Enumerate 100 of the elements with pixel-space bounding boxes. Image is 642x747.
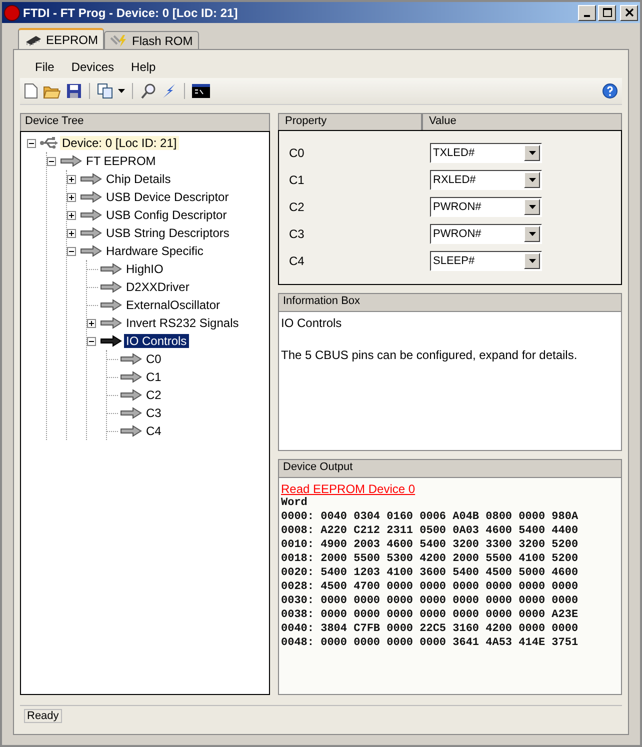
collapse-icon[interactable] bbox=[87, 336, 96, 346]
hex-line: 0048: 0000 0000 0000 0000 3641 4A53 414E 3751 bbox=[281, 636, 580, 650]
info-text: The 5 CBUS pins can be configured, expand for details. bbox=[281, 348, 578, 362]
arrow-icon bbox=[100, 317, 122, 329]
expand-icon[interactable] bbox=[67, 174, 76, 184]
tree-item[interactable]: D2XXDriver bbox=[124, 280, 192, 294]
tree-item[interactable]: USB Config Descriptor bbox=[104, 208, 229, 222]
caret-icon bbox=[528, 150, 536, 154]
menu-item[interactable]: Help bbox=[124, 60, 163, 74]
hex-line: 0038: 0000 0000 0000 0000 0000 0000 0000 A23E bbox=[281, 608, 580, 622]
tree-item[interactable]: Chip Details bbox=[104, 172, 173, 186]
arrow-icon bbox=[80, 173, 102, 185]
usb-icon bbox=[40, 136, 58, 150]
output-link[interactable]: Read EEPROM Device 0 bbox=[281, 482, 416, 496]
collapse-icon[interactable] bbox=[47, 156, 56, 166]
chip-icon bbox=[24, 34, 42, 46]
close-button[interactable] bbox=[620, 4, 638, 20]
arrow-icon bbox=[120, 407, 142, 419]
property-name: C1 bbox=[289, 172, 306, 186]
tree-item[interactable]: USB String Descriptors bbox=[104, 226, 232, 240]
arrow-icon bbox=[100, 263, 122, 275]
hex-line: 0020: 5400 1203 4100 3600 5400 4500 5000 4600 bbox=[281, 566, 580, 580]
property-name: C2 bbox=[289, 200, 306, 214]
hex-line: 0028: 4500 4700 0000 0000 0000 0000 0000 0000 bbox=[281, 580, 580, 594]
minimize-button[interactable] bbox=[578, 4, 596, 20]
caret-icon[interactable] bbox=[118, 89, 125, 93]
tree-item[interactable]: ExternalOscillator bbox=[124, 298, 222, 312]
help-icon[interactable] bbox=[602, 83, 618, 99]
tree-item[interactable]: C3 bbox=[144, 406, 164, 420]
tree-item[interactable]: Device: 0 [Loc ID: 21] bbox=[60, 136, 179, 150]
collapse-icon[interactable] bbox=[27, 138, 36, 148]
tree-item[interactable]: C1 bbox=[144, 370, 164, 384]
minimize-icon bbox=[584, 14, 590, 16]
info-heading: IO Controls bbox=[281, 316, 343, 330]
hex-line: 0018: 2000 5500 5300 4200 2000 5500 4100 5200 bbox=[281, 552, 580, 566]
collapse-icon[interactable] bbox=[67, 246, 76, 256]
tab[interactable]: Flash ROM bbox=[104, 31, 199, 49]
tree-item[interactable]: HighIO bbox=[124, 262, 166, 276]
tree-item[interactable]: Invert RS232 Signals bbox=[124, 316, 241, 330]
open-folder-icon[interactable] bbox=[43, 84, 61, 98]
expand-icon[interactable] bbox=[87, 318, 96, 328]
arrow-icon bbox=[100, 335, 122, 347]
app-icon bbox=[4, 4, 20, 20]
arrow-icon bbox=[100, 281, 122, 293]
arrow-icon bbox=[120, 389, 142, 401]
arrow-icon bbox=[80, 227, 102, 239]
arrow-icon bbox=[80, 245, 102, 257]
dropdown[interactable]: RXLED# bbox=[430, 170, 542, 190]
hex-line: 0008: A220 C212 2311 0500 0A03 4600 5400 4400 bbox=[281, 524, 580, 538]
tree-item[interactable]: FT EEPROM bbox=[84, 154, 158, 168]
window-title: FTDI - FT Prog - Device: 0 [Loc ID: 21] bbox=[23, 6, 239, 20]
hex-line: 0000: 0040 0304 0160 0006 A04B 0800 0000 980A bbox=[281, 510, 580, 524]
arrow-icon bbox=[120, 425, 142, 437]
expand-icon[interactable] bbox=[67, 210, 76, 220]
maximize-button[interactable] bbox=[598, 4, 616, 20]
panel-header: Information Box bbox=[278, 293, 622, 311]
search-icon[interactable] bbox=[140, 83, 156, 99]
hex-line: 0040: 3804 C7FB 0000 22C5 3160 4200 0000 0000 bbox=[281, 622, 580, 636]
arrow-icon bbox=[120, 371, 142, 383]
caret-icon bbox=[528, 204, 536, 208]
console-icon[interactable] bbox=[192, 84, 210, 98]
tab[interactable]: EEPROM bbox=[18, 28, 104, 49]
dropdown[interactable]: TXLED# bbox=[430, 142, 542, 162]
column-header[interactable]: Property bbox=[278, 113, 422, 130]
panel-header: Device Tree bbox=[20, 113, 270, 131]
status-text: Ready bbox=[24, 709, 62, 723]
panel-header: Device Output bbox=[278, 459, 622, 477]
dropdown[interactable]: PWRON# bbox=[430, 224, 542, 244]
maximize-icon bbox=[602, 8, 612, 17]
caret-icon bbox=[528, 258, 536, 262]
close-icon bbox=[624, 8, 634, 17]
tree-item[interactable]: C2 bbox=[144, 388, 164, 402]
property-name: C3 bbox=[289, 226, 306, 240]
arrow-icon bbox=[100, 299, 122, 311]
tree-item[interactable]: Hardware Specific bbox=[104, 244, 206, 258]
property-name: C4 bbox=[289, 254, 306, 268]
new-file-icon[interactable] bbox=[24, 83, 38, 99]
expand-icon[interactable] bbox=[67, 228, 76, 238]
tree-item[interactable]: USB Device Descriptor bbox=[104, 190, 231, 204]
lightning-icon bbox=[110, 34, 128, 46]
menu-item[interactable]: Devices bbox=[64, 60, 122, 74]
tree-item[interactable]: C4 bbox=[144, 424, 164, 438]
arrow-icon bbox=[60, 155, 82, 167]
hex-line: Word bbox=[281, 496, 308, 510]
hex-line: 0010: 4900 2003 4600 5400 3200 3300 3200 5200 bbox=[281, 538, 580, 552]
column-header[interactable]: Value bbox=[422, 113, 622, 130]
copy-icon[interactable] bbox=[97, 83, 113, 99]
arrow-icon bbox=[80, 209, 102, 221]
expand-icon[interactable] bbox=[67, 192, 76, 202]
tree-item[interactable]: IO Controls bbox=[124, 334, 189, 348]
dropdown[interactable]: SLEEP# bbox=[430, 250, 542, 270]
hex-line: 0030: 0000 0000 0000 0000 0000 0000 0000 0000 bbox=[281, 594, 580, 608]
tree-item[interactable]: C0 bbox=[144, 352, 164, 366]
menu-item[interactable]: File bbox=[28, 60, 62, 74]
arrow-icon bbox=[80, 191, 102, 203]
caret-icon bbox=[528, 232, 536, 236]
dropdown[interactable]: PWRON# bbox=[430, 196, 542, 216]
save-icon[interactable] bbox=[66, 83, 82, 99]
arrow-icon bbox=[120, 353, 142, 365]
property-name: C0 bbox=[289, 146, 306, 160]
